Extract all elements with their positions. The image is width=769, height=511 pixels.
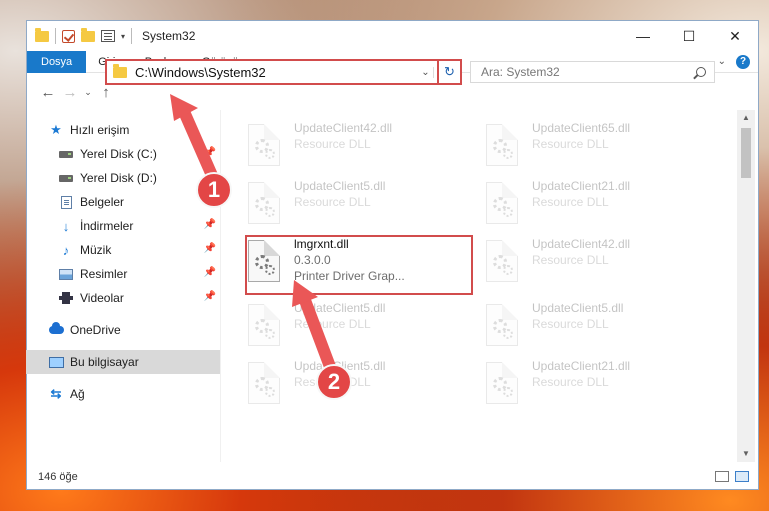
scroll-thumb[interactable] — [741, 128, 751, 178]
sidebar-item-label: Bu bilgisayar — [70, 355, 139, 369]
pictures-icon — [58, 267, 74, 281]
sidebar-item-label: Müzik — [80, 243, 112, 257]
dll-file-icon — [486, 304, 518, 346]
dll-file-icon — [486, 362, 518, 404]
target-file-highlight — [245, 235, 473, 295]
file-name: UpdateClient21.dll — [532, 179, 631, 193]
file-name: UpdateClient42.dll — [532, 237, 631, 251]
details-view-icon[interactable] — [715, 471, 729, 482]
file-name: UpdateClient5.dll — [294, 301, 386, 315]
list-item[interactable]: UpdateClient65.dll Resource DLL — [486, 118, 630, 174]
sidebar-item-this-pc[interactable]: Bu bilgisayar — [26, 350, 220, 374]
list-item[interactable]: UpdateClient42.dll Resource DLL — [248, 118, 392, 174]
file-description: Resource DLL — [294, 317, 371, 331]
pin-icon: 📌 — [203, 291, 216, 302]
navigation-pane: ★ Hızlı erişim Yerel Disk (C:) 📌 Yerel D… — [26, 118, 220, 470]
document-icon — [58, 195, 74, 209]
sidebar-item-quick-access[interactable]: ★ Hızlı erişim — [26, 118, 220, 142]
sidebar-item-videos[interactable]: Videolar 📌 — [26, 286, 220, 310]
sidebar-item-label: Resimler — [80, 267, 128, 281]
sidebar-item-label: İndirmeler — [80, 219, 134, 233]
scroll-up-icon[interactable]: ▲ — [737, 110, 755, 126]
file-description: Resource DLL — [532, 253, 609, 267]
pin-icon: 📌 — [203, 243, 216, 254]
file-name: UpdateClient5.dll — [532, 301, 624, 315]
disk-icon — [58, 171, 74, 185]
sidebar-item-local-disk-d[interactable]: Yerel Disk (D:) — [26, 166, 220, 190]
list-item[interactable]: UpdateClient21.dll Resource DLL — [486, 356, 630, 412]
scroll-down-icon[interactable]: ▼ — [737, 446, 755, 462]
file-name: UpdateClient42.dll — [294, 121, 393, 135]
star-icon: ★ — [50, 122, 62, 137]
sidebar-item-label: Hızlı erişim — [70, 123, 130, 137]
dll-file-icon — [248, 182, 280, 224]
callout-badge-1: 1 — [196, 172, 232, 208]
computer-icon — [48, 355, 64, 369]
dll-file-icon — [486, 240, 518, 282]
file-description: Resource DLL — [532, 195, 609, 209]
network-icon: ⇆ — [50, 386, 62, 401]
disk-icon — [58, 147, 74, 161]
sidebar-item-pictures[interactable]: Resimler 📌 — [26, 262, 220, 286]
sidebar-item-label: Videolar — [80, 291, 124, 305]
file-description: Resource DLL — [532, 137, 609, 151]
file-name: UpdateClient65.dll — [532, 121, 631, 135]
sidebar-item-label: Yerel Disk (C:) — [80, 147, 157, 161]
pane-divider — [220, 110, 221, 462]
tiles-view-icon[interactable] — [735, 471, 749, 482]
list-item[interactable]: UpdateClient5.dll Resource DLL — [486, 298, 623, 354]
list-item[interactable]: UpdateClient21.dll Resource DLL — [486, 176, 630, 232]
dll-file-icon — [486, 124, 518, 166]
dll-file-icon — [486, 182, 518, 224]
dll-file-icon — [248, 304, 280, 346]
sidebar-item-network[interactable]: ⇆ Ağ — [26, 382, 220, 406]
pin-icon: 📌 — [203, 267, 216, 278]
sidebar-item-onedrive[interactable]: OneDrive — [26, 318, 220, 342]
sidebar-item-music[interactable]: ♪ Müzik 📌 — [26, 238, 220, 262]
sidebar-item-label: Belgeler — [80, 195, 125, 209]
file-description: Resource DLL — [294, 195, 371, 209]
status-bar: 146 öğe — [26, 464, 759, 490]
file-description: Resource DLL — [532, 375, 609, 389]
sidebar-item-local-disk-c[interactable]: Yerel Disk (C:) 📌 — [26, 142, 220, 166]
download-icon: ↓ — [62, 218, 70, 234]
video-icon — [58, 291, 74, 305]
list-item[interactable]: UpdateClient5.dll Resource DLL — [248, 176, 385, 232]
callout-badge-2: 2 — [316, 364, 352, 400]
sidebar-item-downloads[interactable]: ↓ İndirmeler 📌 — [26, 214, 220, 238]
file-description: Resource DLL — [532, 317, 609, 331]
file-name: UpdateClient5.dll — [294, 179, 386, 193]
cloud-icon — [48, 322, 64, 337]
pin-icon: 📌 — [203, 219, 216, 230]
view-switcher — [715, 471, 749, 482]
dll-file-icon — [248, 362, 280, 404]
sidebar-item-documents[interactable]: Belgeler 📌 — [26, 190, 220, 214]
sidebar-item-label: OneDrive — [70, 323, 121, 337]
file-description: Resource DLL — [294, 137, 371, 151]
list-item[interactable]: UpdateClient42.dll Resource DLL — [486, 234, 630, 290]
list-item[interactable]: UpdateClient5.dll Resource DLL — [248, 298, 385, 354]
dll-file-icon — [248, 124, 280, 166]
item-count: 146 öğe — [38, 471, 78, 483]
sidebar-item-label: Yerel Disk (D:) — [80, 171, 157, 185]
music-icon: ♪ — [62, 242, 70, 258]
pin-icon: 📌 — [203, 147, 216, 158]
sidebar-item-label: Ağ — [70, 387, 85, 401]
file-name: UpdateClient21.dll — [532, 359, 631, 373]
vertical-scrollbar[interactable]: ▲ ▼ — [737, 110, 755, 462]
